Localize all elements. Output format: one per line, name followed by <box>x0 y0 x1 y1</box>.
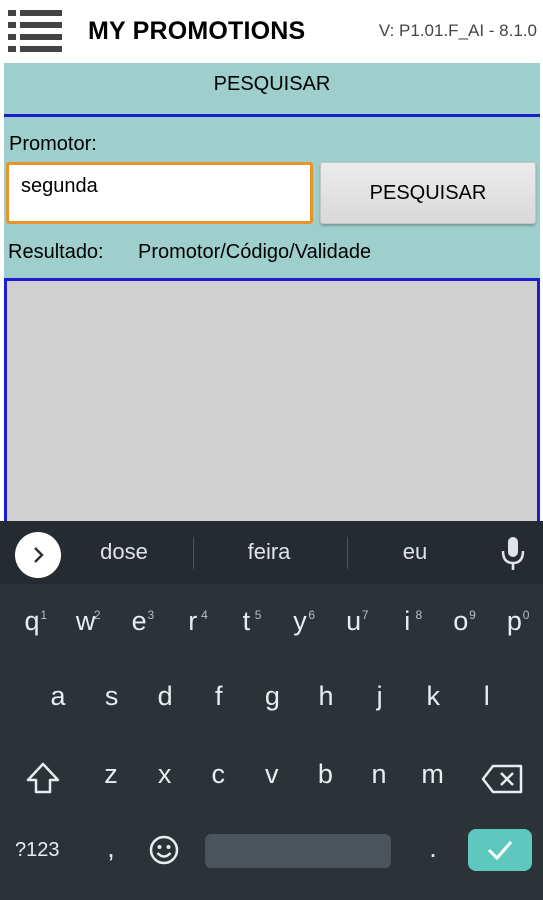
app-bar: MY PROMOTIONS V: P1.01.F_AI - 8.1.0 <box>0 0 543 63</box>
key-label: n <box>371 759 387 789</box>
key-x[interactable]: x <box>140 759 190 790</box>
key-h[interactable]: h <box>301 681 351 712</box>
key-b[interactable]: b <box>300 759 350 790</box>
key-t[interactable]: 5t <box>221 606 271 637</box>
checkmark-icon <box>487 841 513 861</box>
result-columns-header: Promotor/Código/Validade <box>138 241 372 263</box>
suggestion-1[interactable]: dose <box>64 539 184 565</box>
key-n[interactable]: n <box>354 759 404 790</box>
key-hint: 6 <box>308 608 315 622</box>
key-f[interactable]: f <box>194 681 244 712</box>
key-hint: 5 <box>254 608 262 622</box>
search-form: Promotor: PESQUISAR Resultado: Promotor/… <box>4 117 540 278</box>
suggestion-divider <box>347 537 348 569</box>
key-p[interactable]: 0p <box>489 606 539 637</box>
section-header: PESQUISAR <box>4 63 540 117</box>
key-label: s <box>104 681 119 711</box>
key-r[interactable]: 4r <box>168 606 218 637</box>
key-label: i <box>404 606 411 636</box>
key-label: r <box>188 606 198 636</box>
key-l[interactable]: l <box>462 681 512 712</box>
key-o[interactable]: 9o <box>436 606 486 637</box>
key-hint: 8 <box>415 608 423 622</box>
key-label: c <box>211 759 225 789</box>
key-y[interactable]: 6y <box>275 606 325 637</box>
key-g[interactable]: g <box>247 681 297 712</box>
comma-key[interactable]: , <box>96 833 126 864</box>
promotor-label: Promotor: <box>9 133 97 155</box>
key-label: m <box>421 759 444 789</box>
symbols-key[interactable]: ?123 <box>15 839 60 862</box>
key-hint: 2 <box>93 608 101 622</box>
key-hint: 0 <box>522 608 530 622</box>
shift-key-icon[interactable] <box>25 761 61 795</box>
key-label: d <box>157 681 173 711</box>
soft-keyboard: dose feira eu ?123 , . 1q2w3e4r5t6y7u8i9… <box>0 521 543 900</box>
period-key[interactable]: . <box>418 833 448 864</box>
key-hint: 1 <box>40 608 47 622</box>
key-hint: 9 <box>469 608 476 622</box>
key-e[interactable]: 3e <box>114 606 164 637</box>
period-key-label: . <box>429 833 437 863</box>
key-label: l <box>483 681 490 711</box>
key-q[interactable]: 1q <box>7 606 57 637</box>
key-label: x <box>157 759 172 789</box>
key-v[interactable]: v <box>247 759 297 790</box>
key-z[interactable]: z <box>86 759 136 790</box>
section-title: PESQUISAR <box>213 73 331 95</box>
key-label: e <box>131 606 147 636</box>
key-label: z <box>104 759 118 789</box>
key-label: o <box>453 606 469 636</box>
key-c[interactable]: c <box>193 759 243 790</box>
key-label: q <box>24 606 40 636</box>
key-m[interactable]: m <box>408 759 458 790</box>
search-button[interactable]: PESQUISAR <box>320 162 536 224</box>
key-label: t <box>242 606 251 636</box>
version-label: V: P1.01.F_AI - 8.1.0 <box>378 21 537 40</box>
key-hint: 4 <box>201 608 208 622</box>
key-label: y <box>293 606 307 636</box>
key-label: b <box>317 759 333 789</box>
chevron-right-icon <box>34 547 44 563</box>
key-hint: 7 <box>361 608 369 622</box>
key-label: v <box>265 759 279 789</box>
key-j[interactable]: j <box>355 681 405 712</box>
key-u[interactable]: 7u <box>329 606 379 637</box>
key-w[interactable]: 2w <box>61 606 111 637</box>
key-label: a <box>50 681 66 711</box>
key-label: w <box>75 606 96 636</box>
suggestion-3[interactable]: eu <box>355 539 475 565</box>
suggestion-2[interactable]: feira <box>209 539 329 565</box>
key-s[interactable]: s <box>87 681 137 712</box>
backspace-key-icon[interactable] <box>481 764 523 794</box>
key-label: f <box>215 681 223 711</box>
key-label: p <box>506 606 522 636</box>
promotor-search-input[interactable] <box>6 162 313 224</box>
key-hint: 3 <box>147 608 155 622</box>
results-list[interactable] <box>4 278 540 521</box>
key-label: k <box>426 681 440 711</box>
enter-key[interactable] <box>468 829 532 871</box>
app-title: MY PROMOTIONS <box>88 17 306 45</box>
result-label: Resultado: <box>8 241 104 263</box>
key-a[interactable]: a <box>33 681 83 712</box>
space-key[interactable] <box>205 834 391 868</box>
expand-suggestions-button[interactable] <box>15 532 61 578</box>
menu-icon[interactable] <box>8 8 62 54</box>
suggestion-divider <box>193 537 194 569</box>
key-label: g <box>264 681 280 711</box>
suggestion-bar: dose feira eu <box>0 521 543 584</box>
key-d[interactable]: d <box>140 681 190 712</box>
key-i[interactable]: 8i <box>382 606 432 637</box>
microphone-icon[interactable] <box>499 535 527 573</box>
key-k[interactable]: k <box>408 681 458 712</box>
comma-key-label: , <box>107 833 115 863</box>
emoji-icon[interactable] <box>148 834 180 866</box>
key-label: u <box>346 606 362 636</box>
key-label: h <box>318 681 334 711</box>
key-label: j <box>376 681 383 711</box>
